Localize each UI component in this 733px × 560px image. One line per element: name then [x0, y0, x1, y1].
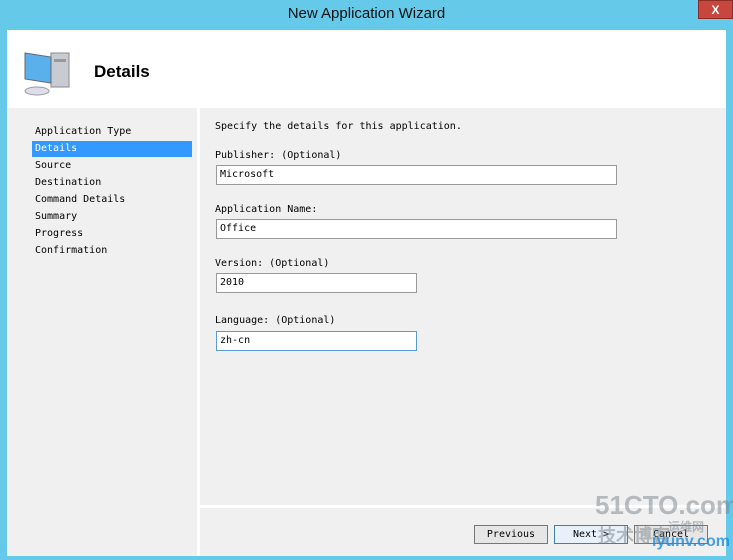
nav-destination: Destination: [35, 177, 102, 188]
close-button[interactable]: X: [698, 0, 733, 19]
version-label: Version: (Optional): [215, 258, 330, 269]
computer-icon: [24, 52, 70, 96]
nav-source: Source: [35, 160, 72, 171]
page-title: Details: [94, 62, 150, 81]
wizard-header: Details: [7, 30, 726, 107]
details-panel: Specify the details for this application…: [200, 108, 726, 505]
nav-progress: Progress: [35, 228, 84, 239]
nav-application-type: Application Type: [35, 126, 132, 137]
language-label: Language: (Optional): [215, 315, 336, 326]
publisher-input[interactable]: Microsoft: [216, 165, 617, 185]
window-title: New Application Wizard: [287, 5, 446, 22]
wizard-steps: Application Type Details Source Destinat…: [7, 108, 200, 556]
nav-confirmation: Confirmation: [35, 245, 108, 256]
wizard-client: Details Application Type Details Source …: [7, 30, 726, 556]
publisher-label: Publisher: (Optional): [215, 150, 342, 161]
watermark-51cto: 51CTO.com: [595, 490, 733, 520]
watermark-iyunv: iyunv.com: [652, 533, 730, 550]
language-input[interactable]: zh-cn: [216, 331, 417, 351]
version-input[interactable]: 2010: [216, 273, 417, 293]
app-name-input[interactable]: Office: [216, 219, 617, 239]
nav-details: Details: [32, 141, 192, 157]
nav-summary: Summary: [35, 211, 78, 222]
app-name-label: Application Name:: [215, 204, 318, 215]
nav-command-details: Command Details: [35, 194, 126, 205]
previous-button[interactable]: Previous: [474, 525, 548, 544]
instruction-text: Specify the details for this application…: [215, 121, 462, 132]
